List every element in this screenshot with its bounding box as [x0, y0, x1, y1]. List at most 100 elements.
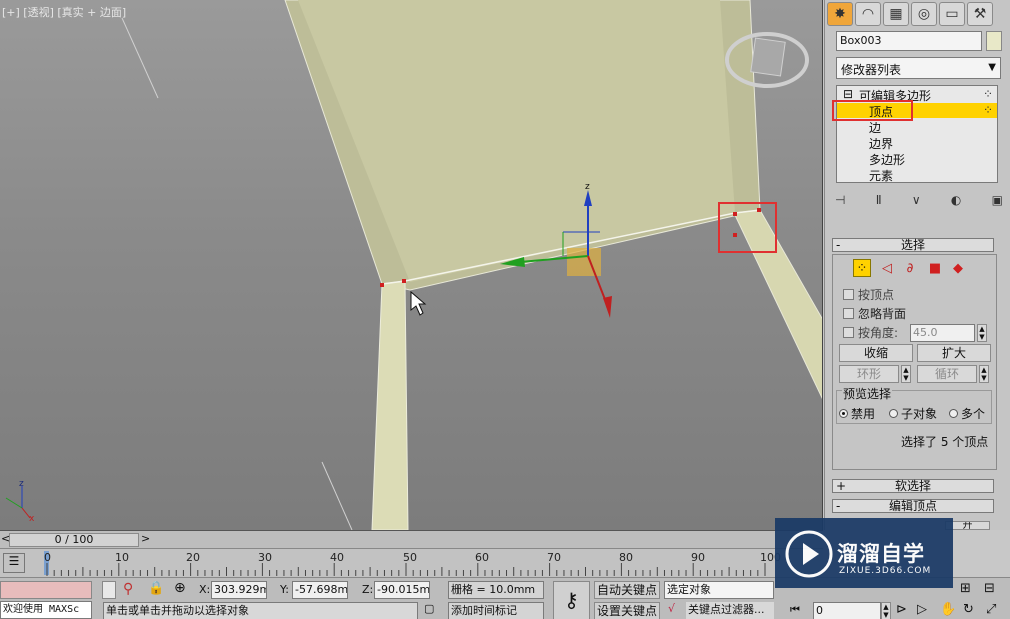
table-leg-left[interactable]	[371, 280, 409, 530]
vertex-icon: ⁘	[983, 103, 994, 117]
lock-icon[interactable]: 🔒	[148, 581, 164, 596]
tick-label: 80	[619, 551, 633, 564]
hand-pan-icon[interactable]: ✋	[940, 602, 956, 617]
maximize-viewport-icon[interactable]: ⤢	[986, 602, 996, 617]
mouse-cursor	[410, 290, 427, 316]
ignore-backfacing-label: 忽略背面	[858, 307, 907, 321]
border-mode-icon[interactable]: ∂	[901, 259, 919, 277]
loop-spinner[interactable]: ▲ ▼	[979, 365, 989, 383]
checkbox-box	[843, 327, 854, 338]
tick-label: 90	[691, 551, 705, 564]
frame-spinner[interactable]: ▲ ▼	[881, 602, 891, 619]
set-key-button[interactable]: 设置关键点	[594, 602, 660, 619]
pan-icon[interactable]: ▷	[917, 602, 927, 617]
fov-icon[interactable]: ⊳	[896, 602, 907, 617]
y-coord-input[interactable]: -57.698mr	[292, 581, 348, 599]
absolute-mode-icon[interactable]: ⊕	[174, 580, 186, 596]
create-icon[interactable]: ✸	[827, 2, 853, 26]
remove-modifier-icon[interactable]: ◐	[951, 193, 961, 207]
tick-label: 20	[186, 551, 200, 564]
angle-input[interactable]: 45.0	[910, 324, 975, 342]
modify-icon[interactable]: ◠	[855, 2, 881, 26]
selection-lock-field[interactable]	[102, 581, 116, 599]
z-coord-input[interactable]: -90.015mr	[374, 581, 430, 599]
x-coord-label: X:	[199, 583, 211, 596]
preview-subobject-radio[interactable]: 子对象	[889, 405, 937, 422]
key-mode-icon[interactable]: ⏮	[790, 603, 800, 617]
show-end-result-icon[interactable]: Ⅱ	[876, 193, 882, 207]
hierarchy-icon[interactable]: ▦	[883, 2, 909, 26]
auto-key-button[interactable]: 自动关键点	[594, 581, 660, 599]
stack-item-border[interactable]: 边界	[869, 135, 893, 152]
vertex-mode-icon[interactable]: ⁘	[853, 259, 871, 277]
zoom-all-icon[interactable]: ⊟	[984, 581, 995, 596]
configure-sets-icon[interactable]: ▣	[992, 193, 1003, 207]
make-unique-icon[interactable]: ∨	[912, 193, 921, 207]
key-icon[interactable]: ⚷	[553, 581, 590, 619]
modifier-list-label: 修改器列表	[841, 63, 902, 77]
display-icon[interactable]: ▭	[939, 2, 965, 26]
vertex-marker[interactable]	[757, 208, 761, 212]
ring-spinner[interactable]: ▲ ▼	[901, 365, 911, 383]
key-filter-dropdown[interactable]: 选定对象	[664, 581, 774, 599]
grow-button[interactable]: 扩大	[917, 344, 991, 362]
scene-line	[121, 17, 159, 99]
stack-toolbar: ⊣ Ⅱ ∨ ◐ ▣	[835, 192, 1003, 208]
vertex-marker[interactable]	[733, 233, 737, 237]
element-mode-icon[interactable]: ◆	[949, 259, 967, 277]
motion-icon[interactable]: ◎	[911, 2, 937, 26]
next-frame-icon[interactable]: >	[141, 532, 150, 545]
selection-rollout-header[interactable]: - 选择	[832, 238, 994, 252]
vertex-marker[interactable]	[380, 283, 384, 287]
tick-label: 30	[258, 551, 272, 564]
tick-label: 40	[330, 551, 344, 564]
viewport-scene[interactable]: z z x	[0, 0, 823, 530]
vertex-marker[interactable]	[733, 212, 737, 216]
orbit-icon[interactable]: ↻	[963, 602, 974, 617]
soft-selection-rollout-header[interactable]: + 软选择	[832, 479, 994, 493]
angle-spinner[interactable]: ▲ ▼	[977, 324, 987, 342]
vertex-marker[interactable]	[402, 279, 406, 283]
zoom-extents-icon[interactable]: ⊞	[960, 581, 971, 596]
key-filter-icon[interactable]: √	[668, 602, 675, 615]
object-color-swatch[interactable]	[986, 31, 1002, 51]
maxscript-field[interactable]: 欢迎使用 MAXSc	[0, 601, 92, 619]
stack-item-edge[interactable]: 边	[869, 119, 881, 136]
modifier-list-dropdown[interactable]: 修改器列表 ▼	[836, 57, 1001, 79]
selection-status: 选择了 5 个顶点	[901, 435, 989, 449]
maxscript-listener[interactable]	[0, 581, 92, 599]
time-slider-bar: < 0 / 100 >	[0, 530, 823, 548]
preview-multiple-radio[interactable]: 多个	[949, 405, 985, 422]
time-tag-icon[interactable]: ▢	[424, 602, 434, 615]
preview-selection-title: 预览选择	[842, 385, 893, 402]
by-vertex-checkbox[interactable]: 按顶点	[843, 286, 894, 303]
perspective-viewport[interactable]: z z x [+] [透视] [真实 + 边面]	[0, 0, 823, 530]
current-frame-input[interactable]: 0	[813, 602, 881, 619]
radio-dot	[839, 409, 848, 418]
by-angle-checkbox[interactable]: 按角度:	[843, 324, 898, 341]
ignore-backfacing-checkbox[interactable]: 忽略背面	[843, 305, 906, 322]
key-filters-button[interactable]: 关键点过滤器...	[686, 602, 774, 619]
edit-vertices-rollout-header[interactable]: - 编辑顶点	[832, 499, 994, 513]
shrink-button[interactable]: 收缩	[839, 344, 913, 362]
command-panel-tabs: ✸ ◠ ▦ ◎ ▭ ⚒	[827, 2, 1007, 26]
collapse-icon[interactable]: ⊟	[843, 87, 853, 101]
viewport-label[interactable]: [+] [透视] [真实 + 边面]	[2, 4, 126, 20]
isolate-icon[interactable]: ⚲	[123, 581, 133, 597]
preview-disabled-radio[interactable]: 禁用	[839, 405, 875, 422]
loop-button[interactable]: 循环	[917, 365, 977, 383]
ring-button[interactable]: 环形	[839, 365, 899, 383]
z-coord-label: Z:	[362, 583, 374, 596]
time-slider[interactable]: 0 / 100	[9, 533, 139, 547]
stack-item-element[interactable]: 元素	[869, 167, 893, 184]
track-bar[interactable]: ☰ 0 10 20 30 40 50 60 70 80 90 100	[0, 548, 823, 577]
table-leg-right[interactable]	[733, 209, 823, 400]
pin-stack-icon[interactable]: ⊣	[835, 193, 845, 207]
utilities-icon[interactable]: ⚒	[967, 2, 993, 26]
stack-item-polygon[interactable]: 多边形	[869, 151, 905, 168]
object-name-field[interactable]: Box003	[836, 31, 982, 51]
add-time-tag-button[interactable]: 添加时间标记	[448, 602, 544, 619]
polygon-mode-icon[interactable]: ■	[926, 259, 944, 277]
x-coord-input[interactable]: 303.929mr	[211, 581, 267, 599]
edge-mode-icon[interactable]: ◁	[878, 259, 896, 277]
